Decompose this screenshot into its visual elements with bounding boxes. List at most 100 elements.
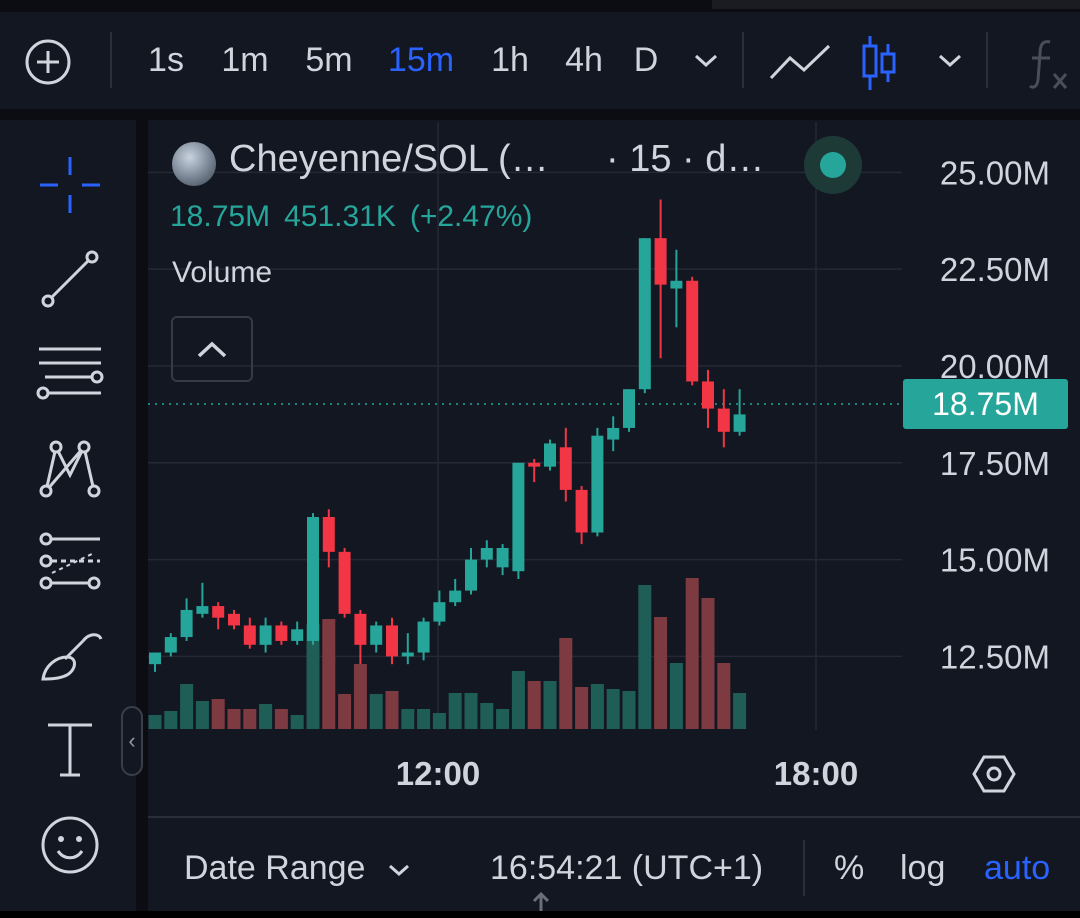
candle-body [544, 443, 556, 467]
price-axis-label: 12.50M [940, 638, 1050, 675]
volume-bar [259, 704, 273, 729]
volume-bar [654, 617, 668, 729]
percent-scale-button[interactable]: % [834, 818, 864, 911]
candle-body [591, 435, 604, 533]
candle-body [623, 389, 635, 428]
candle-body [449, 590, 462, 603]
candle-body [228, 613, 240, 626]
volume-bar [227, 709, 241, 729]
price-chart[interactable]: 25.00M22.50M20.00M17.50M15.00M12.50M 12:… [0, 0, 1080, 911]
candle-body [717, 408, 730, 432]
volume-bar [369, 694, 383, 729]
volume-bar [401, 709, 415, 729]
candle-body [559, 447, 572, 490]
candle-body [322, 517, 335, 552]
candle-body [638, 238, 651, 390]
volume-bar [322, 619, 336, 729]
volume-bar [195, 701, 209, 729]
candle-body [212, 606, 225, 618]
volume-bars [148, 578, 747, 729]
arrow-up-icon [532, 891, 550, 911]
volume-bar [496, 709, 510, 729]
volume-bar [590, 684, 604, 729]
candle-body [180, 609, 193, 638]
date-range-label: Date Range [184, 849, 366, 887]
volume-bar [527, 681, 541, 729]
volume-bar [417, 709, 431, 729]
volume-bar [432, 713, 446, 729]
candle-body [512, 462, 525, 572]
candle-body [686, 280, 699, 382]
volume-bar [243, 709, 257, 729]
volume-bar [274, 709, 288, 729]
volume-bar [148, 715, 162, 729]
candle-body [702, 381, 714, 409]
bottom-toolbar: Date Range 16:54:21 (UTC+1) % log auto [148, 818, 1080, 911]
price-legend: 18.75M 451.31K (+2.47%) [170, 200, 546, 234]
candle-body [338, 551, 351, 614]
last-price-tag: 18.75M [903, 379, 1068, 429]
volume-bar [180, 684, 194, 729]
volume-bar [638, 585, 652, 729]
volume-bar [669, 663, 683, 729]
candle-body [164, 637, 177, 653]
volume-bar [290, 715, 304, 729]
candle-body [275, 625, 288, 641]
symbol-title[interactable]: Cheyenne/SOL (… [229, 138, 549, 181]
volume-bar [353, 664, 367, 729]
time-axis: 12:00 18:00 [396, 755, 858, 792]
volume-bar [622, 691, 636, 729]
candle-body [417, 621, 430, 653]
time-axis-label: 18:00 [774, 755, 858, 792]
date-range-button[interactable]: Date Range [184, 818, 413, 911]
token-avatar [172, 142, 216, 186]
chart-settings-button[interactable] [972, 752, 1016, 796]
candle-body [149, 652, 161, 665]
time-axis-label: 12:00 [396, 755, 480, 792]
candle-body [243, 625, 256, 645]
price-axis-label: 17.50M [940, 445, 1050, 482]
log-scale-button[interactable]: log [900, 818, 945, 911]
volume-bar [211, 699, 225, 729]
legend-change: 451.31K [284, 200, 396, 233]
candle-body [496, 547, 509, 568]
interval-label[interactable]: · 15 · d… [606, 138, 764, 181]
candle-body [386, 625, 398, 657]
price-axis-label: 25.00M [940, 154, 1050, 191]
volume-bar [164, 711, 178, 729]
bottom-divider-vertical [803, 840, 805, 896]
candle-body [480, 547, 493, 560]
volume-bar [385, 691, 399, 729]
market-status-indicator[interactable] [804, 136, 862, 194]
candle-body [670, 280, 683, 289]
candle-body [291, 629, 304, 641]
candle-body [528, 462, 541, 467]
legend-price: 18.75M [170, 200, 271, 233]
volume-bar [717, 663, 731, 729]
chevron-down-icon [388, 864, 409, 877]
candle-body [401, 652, 414, 657]
price-axis-label: 22.50M [940, 251, 1050, 288]
candle-body [433, 602, 446, 622]
volume-bar [543, 681, 557, 729]
price-axis-label: 15.00M [940, 542, 1050, 579]
chevron-up-icon [197, 341, 227, 358]
collapse-legend-button[interactable] [171, 316, 253, 382]
volume-bar [511, 671, 525, 729]
volume-bar [464, 693, 478, 729]
volume-bar [606, 689, 620, 729]
candle-body [259, 625, 272, 645]
candle-body [370, 625, 383, 645]
volume-bar [338, 694, 352, 729]
volume-bar [575, 687, 589, 729]
candle-body [654, 238, 667, 285]
auto-scale-button[interactable]: auto [984, 818, 1050, 911]
candle-body [607, 427, 620, 440]
settings-hexagon-icon [972, 755, 1016, 793]
volume-bar [733, 693, 747, 729]
candle-body [465, 559, 477, 591]
volume-indicator-label[interactable]: Volume [172, 256, 272, 290]
candle-body [196, 606, 209, 614]
candle-body [575, 489, 588, 533]
candle-body [733, 414, 746, 432]
